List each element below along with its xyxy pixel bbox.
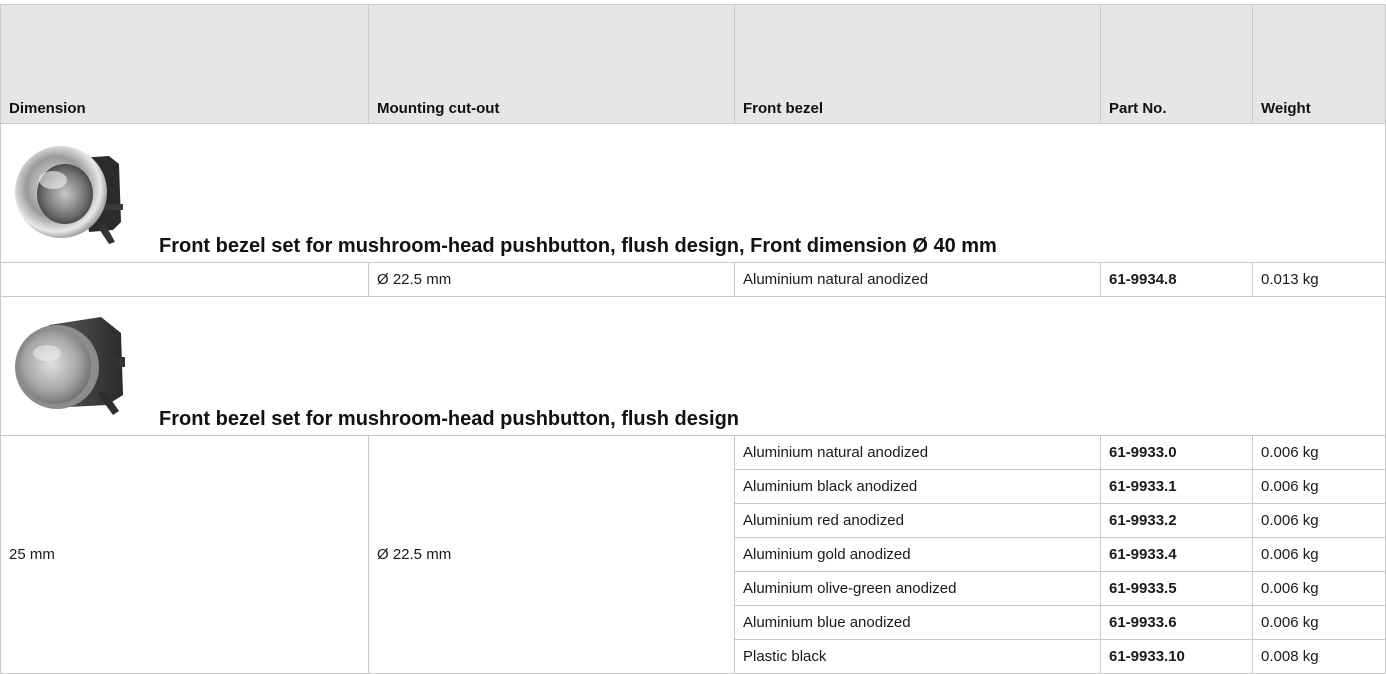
- header-part-no: Part No.: [1100, 4, 1253, 124]
- header-front-bezel: Front bezel: [734, 4, 1101, 124]
- cell-part-no: 61-9933.2: [1100, 503, 1253, 538]
- cell-weight: 0.006 kg: [1252, 571, 1386, 606]
- cell-bezel: Aluminium olive-green anodized: [734, 571, 1101, 606]
- cell-weight: 0.006 kg: [1252, 469, 1386, 504]
- cell-bezel: Aluminium natural anodized: [734, 435, 1101, 470]
- cell-part-no: 61-9933.10: [1100, 639, 1253, 674]
- bezel-with-bracket-image: [15, 317, 125, 415]
- cell-weight: 0.006 kg: [1252, 605, 1386, 640]
- cell-part-no: 61-9933.1: [1100, 469, 1253, 504]
- header-mounting-cutout: Mounting cut-out: [368, 4, 735, 124]
- section-header-row: Front bezel set for mushroom-head pushbu…: [0, 296, 1386, 436]
- cell-weight: 0.006 kg: [1252, 435, 1386, 470]
- section-title: Front bezel set for mushroom-head pushbu…: [159, 408, 739, 430]
- cell-bezel: Aluminium red anodized: [734, 503, 1101, 538]
- cell-dimension: 25 mm: [0, 435, 369, 674]
- cell-part-no: 61-9933.5: [1100, 571, 1253, 606]
- chrome-bezel-ring-image: [15, 146, 123, 244]
- parts-table: Dimension Mounting cut-out Front bezel P…: [0, 4, 1386, 674]
- cell-bezel: Aluminium black anodized: [734, 469, 1101, 504]
- cell-bezel: Plastic black: [734, 639, 1101, 674]
- cell-bezel: Aluminium natural anodized: [734, 262, 1101, 297]
- cell-weight: 0.008 kg: [1252, 639, 1386, 674]
- cell-bezel: Aluminium blue anodized: [734, 605, 1101, 640]
- cell-part-no: 61-9933.0: [1100, 435, 1253, 470]
- cell-weight: 0.006 kg: [1252, 537, 1386, 572]
- table-header-row: Dimension Mounting cut-out Front bezel P…: [0, 4, 1386, 124]
- table-row: Ø 22.5 mm Aluminium natural anodized 61-…: [0, 262, 1386, 297]
- header-weight: Weight: [1252, 4, 1386, 124]
- cell-weight: 0.006 kg: [1252, 503, 1386, 538]
- section-header-row: Front bezel set for mushroom-head pushbu…: [0, 123, 1386, 263]
- cell-dimension: [0, 262, 369, 297]
- cell-part-no: 61-9933.4: [1100, 537, 1253, 572]
- cell-part-no: 61-9933.6: [1100, 605, 1253, 640]
- cell-cutout: Ø 22.5 mm: [368, 262, 735, 297]
- cell-cutout: Ø 22.5 mm: [368, 435, 735, 674]
- section-title: Front bezel set for mushroom-head pushbu…: [159, 235, 997, 257]
- header-dimension: Dimension: [0, 4, 369, 124]
- cell-weight: 0.013 kg: [1252, 262, 1386, 297]
- table-row: 25 mm Ø 22.5 mm Aluminium natural anodiz…: [0, 435, 1386, 674]
- cell-bezel: Aluminium gold anodized: [734, 537, 1101, 572]
- cell-part-no: 61-9934.8: [1100, 262, 1253, 297]
